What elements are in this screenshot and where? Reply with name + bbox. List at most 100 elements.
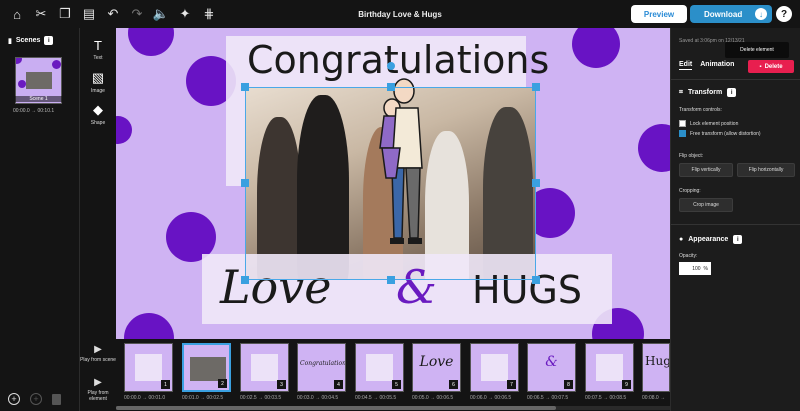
frame-number: 1 [161, 380, 170, 389]
film-icon: ▮ [8, 37, 12, 45]
lock-position-label: Lock element position [690, 120, 739, 127]
polka-dot [572, 28, 620, 68]
top-toolbar: ⌂ ✂ ❐ ▤ ↶ ↷ 🔈 ✦ ⋕ Birthday Love & Hugs P… [0, 0, 800, 28]
download-button[interactable]: Download ↓ [690, 5, 772, 23]
add-scene-icon[interactable]: + [8, 393, 20, 405]
flip-vertically-button[interactable]: Flip vertically [679, 163, 733, 177]
frame-time: 00:02.5 → 00:03.5 [240, 395, 282, 401]
resize-handle[interactable] [241, 83, 249, 91]
play-from-element-button[interactable]: ▶ Play from element [80, 377, 116, 402]
timeline-frame[interactable]: & 8 [527, 343, 576, 392]
free-transform-label: Free transform (allow distortion) [690, 130, 761, 137]
cut-icon[interactable]: ✂ [30, 4, 52, 24]
resize-handle[interactable] [532, 276, 540, 284]
info-icon[interactable]: i [44, 36, 54, 45]
timeline: ▶ Play from scene ▶ Play from element 1 … [80, 339, 670, 411]
timeline-frame[interactable]: 1 [124, 343, 173, 392]
info-icon[interactable]: i [733, 235, 743, 244]
frame-text: & [545, 354, 558, 370]
download-arrow-icon: ↓ [755, 8, 767, 20]
divider [671, 79, 800, 80]
flip-object-label: Flip object: [679, 153, 704, 159]
text-tool[interactable]: T Text [80, 38, 116, 61]
frame-text: Hugs [645, 354, 669, 368]
free-transform-checkbox[interactable]: Free transform (allow distortion) [679, 130, 761, 137]
timeline-frame[interactable]: Hugs [642, 343, 670, 392]
copy-icon[interactable]: ❐ [54, 4, 76, 24]
cropping-label: Cropping: [679, 188, 701, 194]
frame-card [596, 354, 623, 381]
opacity-unit: % [703, 265, 708, 272]
frame-number: 4 [334, 380, 343, 389]
resize-handle[interactable] [532, 83, 540, 91]
scenes-panel: ▮ Scenes i Scene 1 00:00.0 → 00:10.1 + + [0, 28, 80, 411]
image-tool[interactable]: ▧ Image [80, 70, 116, 94]
frame-time: 00:03.0 → 00:04.5 [297, 395, 339, 401]
play-element-icon: ▶ [94, 377, 102, 388]
shape-tool[interactable]: ◆ Shape [80, 102, 116, 126]
opacity-input[interactable]: 100 % [679, 262, 711, 275]
undo-icon[interactable]: ↶ [102, 4, 124, 24]
scrollbar-thumb[interactable] [116, 406, 556, 410]
delete-label: Delete [764, 63, 783, 70]
congratulations-text[interactable]: Congratulations [247, 38, 549, 82]
frame-time: 00:05.0 → 00:06.5 [412, 395, 454, 401]
volume-icon[interactable]: 🔈 [150, 4, 172, 24]
divider [671, 224, 800, 225]
resize-handle[interactable] [241, 276, 249, 284]
selection-box [245, 87, 536, 280]
frame-card [251, 354, 278, 381]
polka-dot [124, 313, 174, 339]
frame-card [135, 354, 162, 381]
redo-icon[interactable]: ↷ [126, 4, 148, 24]
frame-number: 3 [277, 380, 286, 389]
play-icon: ▶ [94, 344, 102, 355]
timeline-frame[interactable]: 9 [585, 343, 634, 392]
frame-time: 00:04.5 → 00:05.5 [355, 395, 397, 401]
appearance-title: Appearance [688, 236, 729, 243]
flip-horizontally-button[interactable]: Flip horizontally [737, 163, 795, 177]
info-icon[interactable]: i [727, 88, 737, 97]
frame-number: 2 [218, 379, 227, 388]
frame-card [481, 354, 508, 381]
resize-handle[interactable] [532, 179, 540, 187]
timeline-frame[interactable]: 7 [470, 343, 519, 392]
play-from-scene-button[interactable]: ▶ Play from scene [80, 344, 116, 363]
crop-image-button[interactable]: Crop image [679, 198, 733, 212]
lock-position-checkbox[interactable]: Lock element position [679, 120, 738, 127]
delete-trash-icon: ▪ [759, 63, 762, 70]
image-tool-label: Image [91, 88, 105, 94]
resize-handle[interactable] [387, 276, 395, 284]
scene-actions: + + [8, 393, 61, 405]
timeline-frame[interactable]: 2 [182, 343, 231, 392]
timeline-frame[interactable]: 5 [355, 343, 404, 392]
paste-icon[interactable]: ▤ [78, 4, 100, 24]
grid-icon[interactable]: ⋕ [198, 4, 220, 24]
resize-handle[interactable] [387, 83, 395, 91]
trash-icon[interactable] [52, 393, 61, 405]
transform-header: ⌗ Transform i [679, 88, 737, 97]
polka-dot [116, 116, 132, 144]
timeline-frame[interactable]: Congratulations 4 [297, 343, 346, 392]
tab-edit[interactable]: Edit [679, 61, 693, 70]
timeline-frame[interactable]: 3 [240, 343, 289, 392]
duplicate-scene-icon[interactable]: + [30, 393, 42, 405]
delete-button[interactable]: ▪ Delete [748, 60, 794, 73]
frame-number: 5 [392, 380, 401, 389]
text-tool-label: Text [93, 55, 103, 61]
opacity-label: Opacity: [679, 253, 698, 259]
help-icon[interactable]: ? [776, 6, 792, 22]
rotate-handle[interactable] [387, 62, 395, 70]
tab-animation[interactable]: Animation [700, 61, 734, 70]
preview-button[interactable]: Preview [631, 5, 687, 23]
frame-text: Love [419, 354, 454, 370]
magic-icon[interactable]: ✦ [174, 4, 196, 24]
timeline-scrollbar[interactable] [116, 406, 670, 410]
resize-handle[interactable] [241, 179, 249, 187]
download-label: Download [704, 9, 743, 19]
thumb-photo [26, 72, 52, 89]
editor-canvas[interactable]: Congratulations Love & HUGS [116, 28, 670, 339]
home-icon[interactable]: ⌂ [6, 4, 28, 24]
thumb-dot [16, 58, 22, 64]
timeline-frame[interactable]: Love 6 [412, 343, 461, 392]
